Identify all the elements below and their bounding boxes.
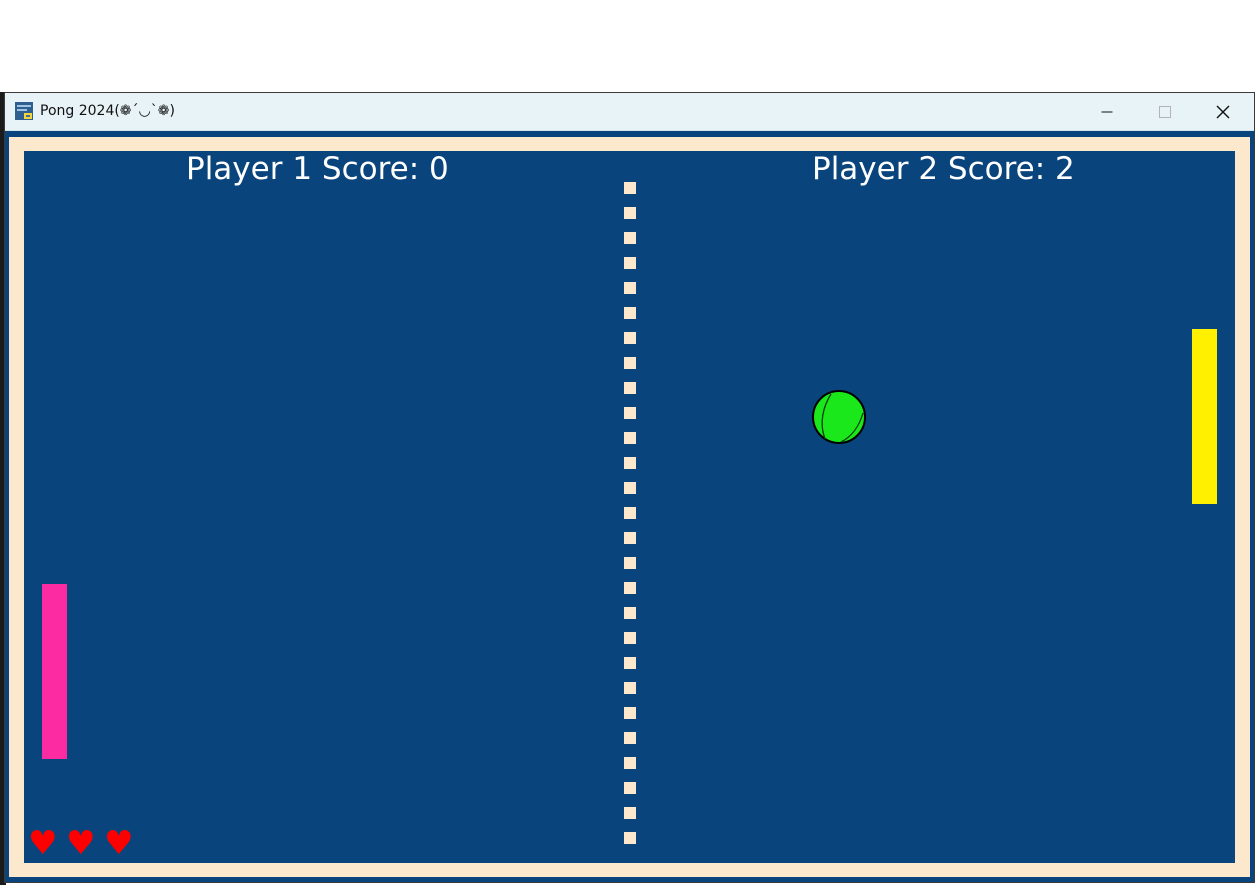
net-segment xyxy=(624,532,636,544)
net-segment xyxy=(624,357,636,369)
net-segment xyxy=(624,607,636,619)
net-segment xyxy=(624,582,636,594)
net-segment xyxy=(624,557,636,569)
lives-indicator: ♥ ♥ ♥ xyxy=(28,823,134,862)
net-segment xyxy=(624,507,636,519)
net-segment xyxy=(624,757,636,769)
maximize-button[interactable] xyxy=(1136,93,1194,131)
tennis-ball xyxy=(812,390,866,444)
court-border: Player 1 Score: 0 Player 2 Score: 2 ♥ ♥ ♥ xyxy=(9,137,1250,877)
net-segment xyxy=(624,707,636,719)
net-segment xyxy=(624,407,636,419)
net-segment xyxy=(624,232,636,244)
heart-icon: ♥ xyxy=(28,823,58,862)
net-segment xyxy=(624,657,636,669)
net-segment xyxy=(624,432,636,444)
player1-score: Player 1 Score: 0 xyxy=(186,151,449,187)
net-segment xyxy=(624,282,636,294)
net-segment xyxy=(624,807,636,819)
heart-icon: ♥ xyxy=(66,823,96,862)
net-segment xyxy=(624,782,636,794)
minimize-icon xyxy=(1101,111,1113,113)
close-button[interactable] xyxy=(1194,93,1252,131)
net-segment xyxy=(624,732,636,744)
net-segment xyxy=(624,632,636,644)
left-paddle xyxy=(42,584,67,759)
net-segment xyxy=(624,382,636,394)
maximize-icon xyxy=(1159,106,1171,118)
net-segment xyxy=(624,482,636,494)
minimize-button[interactable] xyxy=(1078,93,1136,131)
title-bar[interactable]: Pong 2024(❁´◡`❁) xyxy=(5,93,1254,131)
game-window: Pong 2024(❁´◡`❁) Player 1 Score: 0 Playe… xyxy=(4,92,1255,883)
net-segment xyxy=(624,332,636,344)
right-paddle xyxy=(1192,329,1217,504)
game-court[interactable]: Player 1 Score: 0 Player 2 Score: 2 ♥ ♥ ♥ xyxy=(24,151,1235,863)
close-icon xyxy=(1216,105,1230,119)
window-title: Pong 2024(❁´◡`❁) xyxy=(40,103,175,119)
net-segment xyxy=(624,832,636,844)
net-segment xyxy=(624,257,636,269)
net-segment xyxy=(624,457,636,469)
net-segment xyxy=(624,307,636,319)
player2-score: Player 2 Score: 2 xyxy=(812,151,1075,187)
python-app-icon xyxy=(15,102,33,120)
net-segment xyxy=(624,207,636,219)
heart-icon: ♥ xyxy=(104,823,134,862)
net-segment xyxy=(624,182,636,194)
center-net xyxy=(624,182,636,846)
game-client-area: Player 1 Score: 0 Player 2 Score: 2 ♥ ♥ ♥ xyxy=(5,131,1254,882)
net-segment xyxy=(624,682,636,694)
